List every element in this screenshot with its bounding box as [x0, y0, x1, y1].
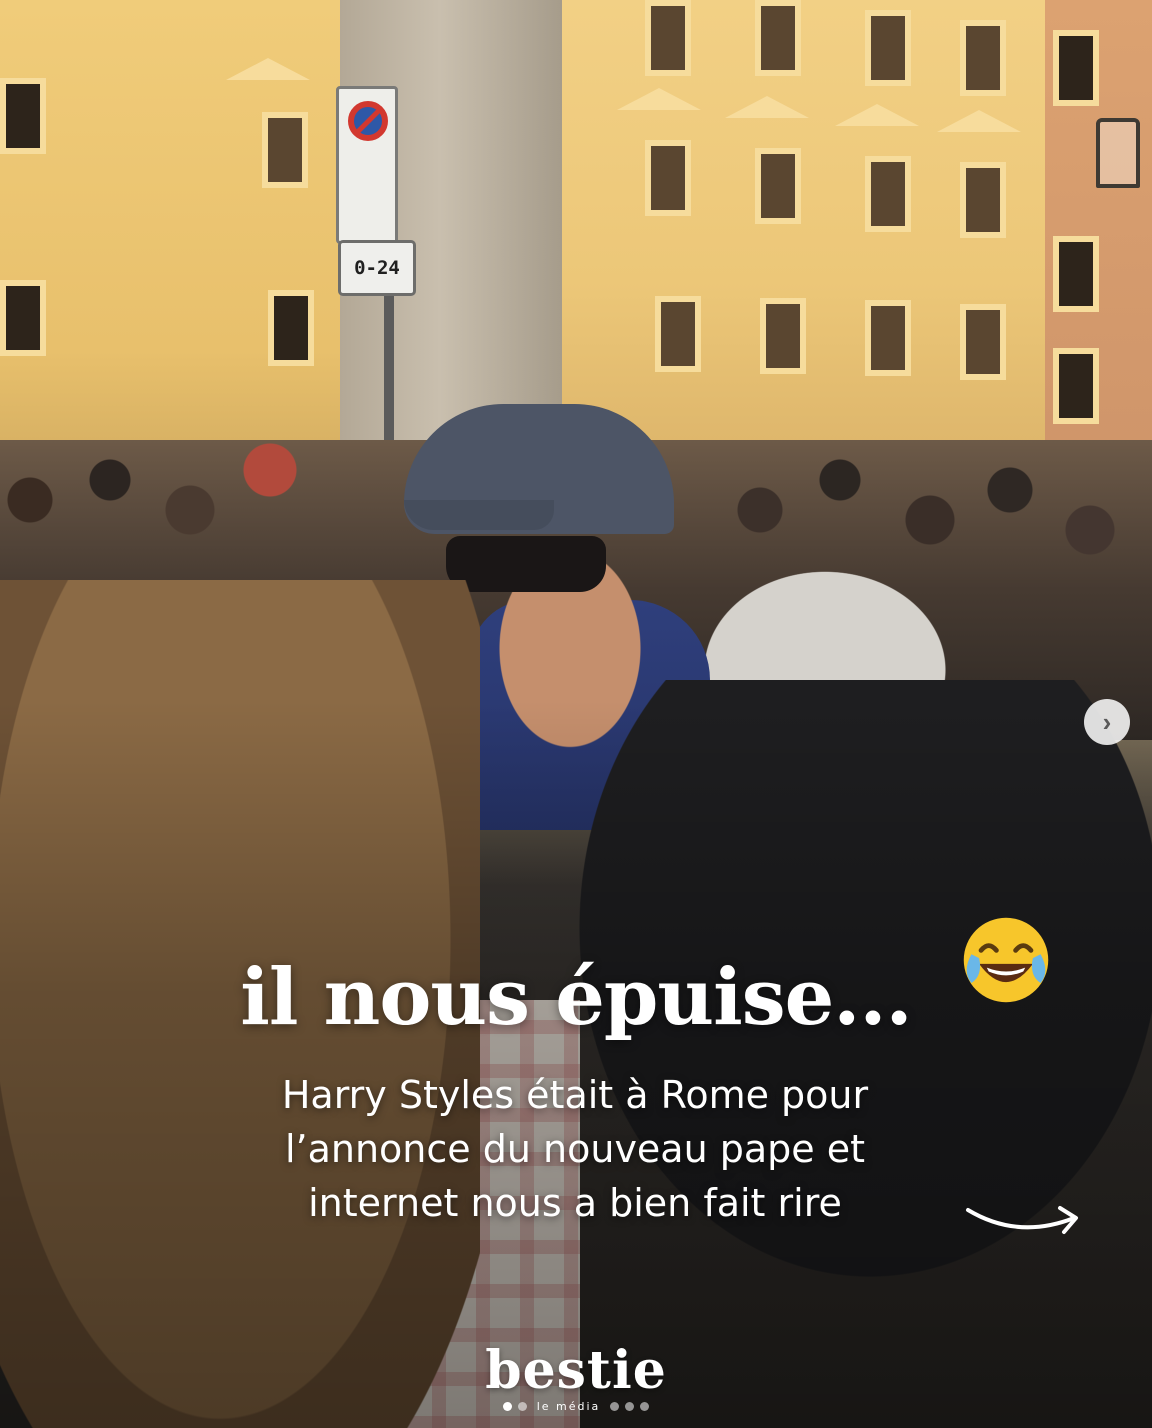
window-pediment	[937, 110, 1021, 132]
window	[1053, 30, 1099, 106]
street-lamp	[1096, 118, 1140, 188]
building-left	[0, 0, 340, 500]
window	[960, 304, 1006, 380]
chevron-right-icon: ›	[1102, 706, 1112, 737]
pagination-dot[interactable]	[625, 1401, 635, 1411]
subtitle: Harry Styles était à Rome pour l’annonce…	[120, 1068, 1030, 1230]
window	[960, 20, 1006, 96]
window	[645, 140, 691, 216]
face-with-tears-of-joy-icon	[963, 917, 1049, 1003]
window	[865, 10, 911, 86]
window-pediment	[617, 88, 701, 110]
no-parking-sign	[336, 86, 398, 244]
window	[268, 290, 314, 366]
building-center	[545, 0, 1055, 470]
curved-arrow-right-icon	[966, 1206, 1078, 1234]
bottom-shade	[0, 700, 1152, 1428]
pagination-dot[interactable]	[517, 1401, 527, 1411]
subtitle-line: Harry Styles était à Rome pour	[281, 1073, 869, 1117]
window	[755, 148, 801, 224]
window	[262, 112, 308, 188]
window	[655, 296, 701, 372]
pagination-dot[interactable]	[610, 1401, 620, 1411]
subtitle-line: internet nous a bien fait rire	[308, 1181, 842, 1225]
window-pediment	[725, 96, 809, 118]
window	[755, 0, 801, 76]
carousel-pagination: le média	[500, 1398, 652, 1414]
window	[1053, 348, 1099, 424]
next-slide-button[interactable]: ›	[1084, 699, 1130, 745]
pagination-dot[interactable]	[640, 1401, 650, 1411]
brand-logo: bestie	[0, 1340, 1152, 1401]
window	[960, 162, 1006, 238]
subtitle-line: l’annonce du nouveau pape et	[284, 1127, 866, 1171]
person-cap-brim	[404, 500, 554, 530]
window	[760, 298, 806, 374]
no-parking-icon	[348, 101, 388, 141]
brand-tagline: le média	[536, 1399, 601, 1413]
window	[0, 78, 46, 154]
window	[865, 156, 911, 232]
building-right	[1045, 0, 1152, 470]
window-pediment	[226, 58, 310, 80]
brand-name: bestie	[485, 1340, 667, 1401]
window-pediment	[835, 104, 919, 126]
pagination-dot[interactable]	[502, 1401, 512, 1411]
hours-sign: 0-24	[338, 240, 416, 296]
window	[1053, 236, 1099, 312]
window	[645, 0, 691, 76]
window	[865, 300, 911, 376]
window	[0, 280, 46, 356]
